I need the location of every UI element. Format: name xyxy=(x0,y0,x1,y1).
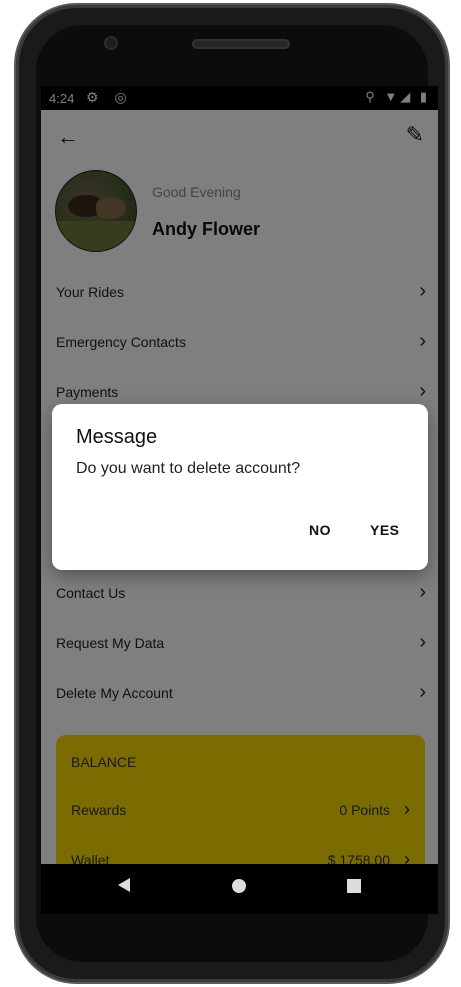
earpiece-speaker xyxy=(192,39,290,49)
dialog-title: Message xyxy=(76,426,158,448)
yes-button[interactable]: YES xyxy=(370,522,400,538)
device-screen: 4:24 ⚙ ◎ ⚲ ▼◢ ▮ ← ✎ Good Evening Andy Fl… xyxy=(41,86,438,864)
nav-recents-icon[interactable] xyxy=(347,879,361,893)
dialog-message: Do you want to delete account? xyxy=(76,460,301,477)
nav-home-icon[interactable] xyxy=(232,879,246,893)
android-nav-bar xyxy=(41,864,438,914)
nav-back-icon[interactable] xyxy=(118,878,130,892)
front-camera xyxy=(104,36,118,50)
confirm-delete-dialog: Message Do you want to delete account? N… xyxy=(52,404,428,570)
no-button[interactable]: NO xyxy=(309,522,331,538)
